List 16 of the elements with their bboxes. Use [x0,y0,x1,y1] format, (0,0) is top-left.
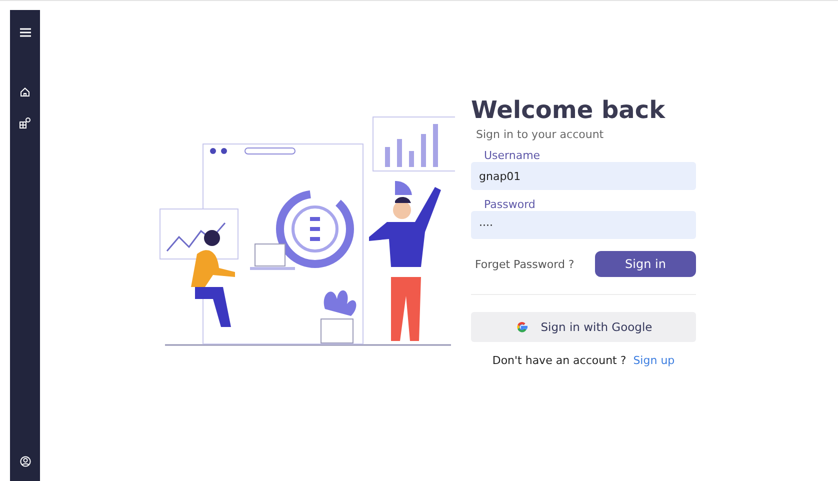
signup-prompt: Don't have an account ? [492,354,626,367]
input-field[interactable]: gnap01 [471,162,696,190]
sign-up-link[interactable]: Sign up [633,354,675,367]
google-sign-in-button[interactable]: Sign in with Google [471,312,696,342]
google-icon [514,320,529,334]
home-icon[interactable] [20,87,30,97]
sign-in-button[interactable]: Sign in [595,251,696,277]
page-title: Welcome back [471,95,666,126]
subtitle: Sign in to your account [476,128,605,141]
account-icon[interactable] [20,456,30,467]
field-label: Password [484,198,536,211]
input-field[interactable]: ···· [471,211,696,239]
forgot-password-link[interactable]: Forget Password ? [475,258,574,270]
menu-icon[interactable] [20,28,30,37]
apps-icon[interactable] [19,117,31,129]
field-label: Username [484,149,542,162]
